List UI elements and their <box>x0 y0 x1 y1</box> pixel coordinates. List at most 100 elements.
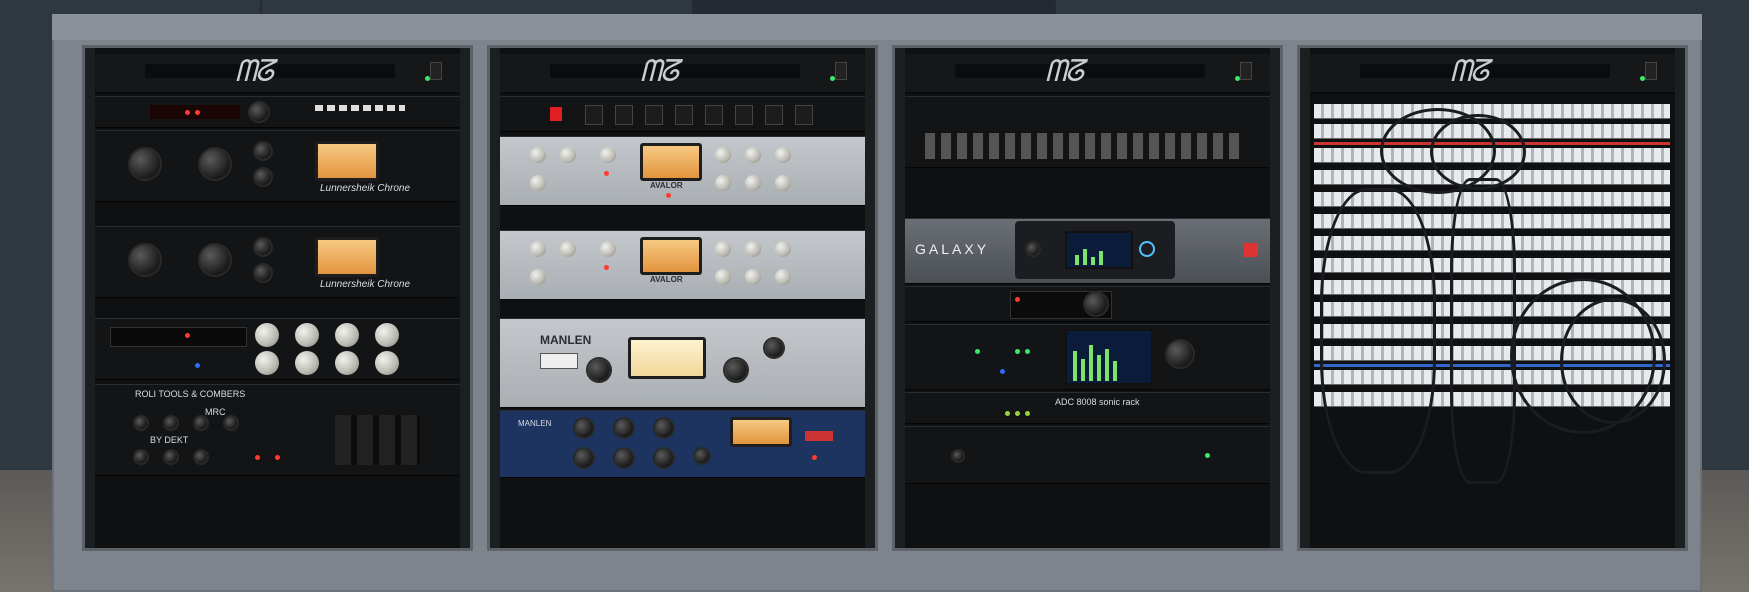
knob[interactable] <box>715 147 731 163</box>
knob[interactable] <box>530 269 546 285</box>
status-led <box>1205 453 1210 458</box>
power-strip <box>500 96 865 132</box>
knob[interactable] <box>1027 243 1039 255</box>
knob[interactable] <box>775 269 791 285</box>
unit-label: Lunnersheik Chrone <box>320 279 411 290</box>
knob[interactable] <box>295 351 319 375</box>
rack-unit: ROLI TOOLS & COMBERS MRC BY DEKT <box>95 384 460 476</box>
knob[interactable] <box>615 449 633 467</box>
rack-rail <box>1675 48 1685 548</box>
knob[interactable] <box>375 323 399 347</box>
knob[interactable] <box>560 147 576 163</box>
status-led <box>975 349 980 354</box>
knob[interactable] <box>695 449 709 463</box>
rack-rail <box>460 48 470 548</box>
knob[interactable] <box>775 175 791 191</box>
knob[interactable] <box>775 241 791 257</box>
knob[interactable] <box>335 351 359 375</box>
knob[interactable] <box>655 449 673 467</box>
knob[interactable] <box>255 143 271 159</box>
knob[interactable] <box>195 451 207 463</box>
rack-rail <box>1270 48 1280 548</box>
knob[interactable] <box>715 175 731 191</box>
logo-badge <box>1244 243 1258 257</box>
power-switch[interactable] <box>1240 62 1252 80</box>
knob[interactable] <box>130 149 160 179</box>
knob[interactable] <box>575 419 593 437</box>
knob[interactable] <box>745 175 761 191</box>
knob[interactable] <box>200 149 230 179</box>
knob[interactable] <box>588 359 610 381</box>
knob[interactable] <box>250 103 268 121</box>
power-switch[interactable] <box>1645 62 1657 80</box>
knob[interactable] <box>255 351 279 375</box>
knob[interactable] <box>775 147 791 163</box>
knob[interactable] <box>195 417 207 429</box>
lcd-screen <box>1065 329 1153 385</box>
power-led <box>425 76 430 81</box>
outlet <box>675 105 693 125</box>
unit-label: ROLI TOOLS & COMBERS <box>135 389 246 399</box>
knob[interactable] <box>530 147 546 163</box>
knob[interactable] <box>765 339 783 357</box>
knob[interactable] <box>225 417 237 429</box>
knob[interactable] <box>575 449 593 467</box>
knob[interactable] <box>1167 341 1193 367</box>
meter-bar <box>1089 345 1093 381</box>
meter-bar <box>1105 349 1109 381</box>
knob[interactable] <box>530 241 546 257</box>
knob[interactable] <box>255 323 279 347</box>
knob[interactable] <box>295 323 319 347</box>
rack-bay-2: ᗰᘔ AVALOR AVALOR MANLEN MANLEN <box>490 48 875 548</box>
knob[interactable] <box>1085 293 1107 315</box>
status-led <box>1000 369 1005 374</box>
knob[interactable] <box>375 351 399 375</box>
knob[interactable] <box>130 245 160 275</box>
knob[interactable] <box>745 147 761 163</box>
patch-cable <box>1560 298 1666 424</box>
brand-shelf: ᗰᘔ <box>1310 54 1675 94</box>
knob[interactable] <box>745 241 761 257</box>
knob[interactable] <box>255 169 271 185</box>
knob[interactable] <box>135 417 147 429</box>
rack-unit <box>905 324 1270 390</box>
vu-meter <box>730 417 792 447</box>
power-led <box>1640 76 1645 81</box>
knob[interactable] <box>600 147 616 163</box>
knob[interactable] <box>255 265 271 281</box>
knob[interactable] <box>953 451 963 461</box>
rack-unit <box>905 96 1270 168</box>
status-led <box>255 455 260 460</box>
rack-unit <box>905 286 1270 322</box>
status-led <box>1015 411 1020 416</box>
studio-rack-photo: ᗰᘔ Lunnersheik Chrone Lunnersheik Chrone… <box>0 0 1749 592</box>
power-switch[interactable] <box>430 62 442 80</box>
knob[interactable] <box>715 241 731 257</box>
knob[interactable] <box>530 175 546 191</box>
knob[interactable] <box>745 269 761 285</box>
power-switch[interactable] <box>835 62 847 80</box>
power-switch[interactable] <box>550 107 562 121</box>
status-led <box>1015 297 1020 302</box>
status-led <box>604 265 609 270</box>
brand-logo: ᗰᘔ <box>235 54 274 89</box>
knob[interactable] <box>255 239 271 255</box>
knob[interactable] <box>335 323 359 347</box>
brand-shelf: ᗰᘔ <box>905 54 1270 94</box>
knob[interactable] <box>165 417 177 429</box>
knob[interactable] <box>165 451 177 463</box>
rack-rail <box>490 48 500 548</box>
knob[interactable] <box>560 241 576 257</box>
knob[interactable] <box>715 269 731 285</box>
meter-bar <box>1073 351 1077 381</box>
knob[interactable] <box>615 419 633 437</box>
knob[interactable] <box>600 241 616 257</box>
knob[interactable] <box>725 359 747 381</box>
button-row[interactable] <box>315 105 405 111</box>
rack-rail <box>895 48 905 548</box>
knob[interactable] <box>135 451 147 463</box>
rack-unit <box>95 318 460 380</box>
knob[interactable] <box>200 245 230 275</box>
outlet <box>765 105 783 125</box>
knob[interactable] <box>655 419 673 437</box>
